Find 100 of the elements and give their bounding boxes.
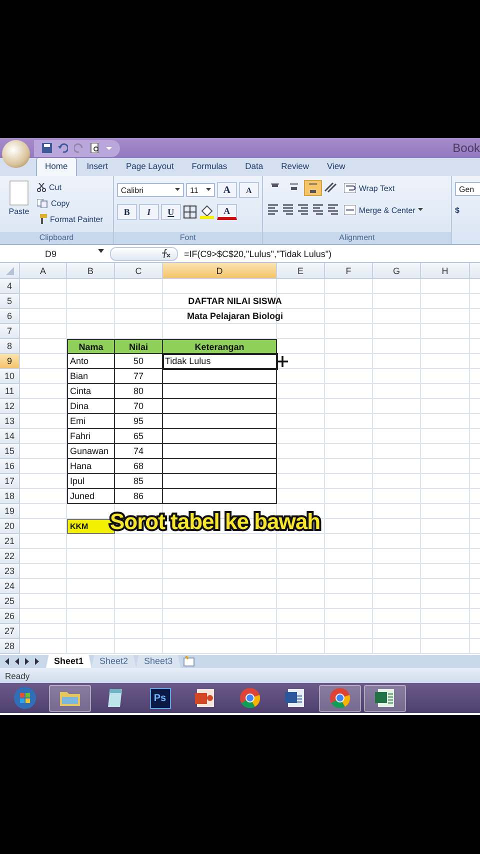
paste-button[interactable]: Paste — [3, 179, 35, 232]
align-icon[interactable] — [310, 202, 325, 216]
undo-icon[interactable] — [58, 143, 68, 153]
orientation-icon[interactable] — [322, 180, 339, 194]
folder-icon — [59, 689, 81, 707]
column-header[interactable]: H — [421, 263, 470, 279]
column-header[interactable]: G — [373, 263, 421, 279]
ribbon-tab[interactable]: Review — [273, 158, 317, 176]
group-label: Font — [114, 232, 262, 244]
row-header[interactable]: 15 — [0, 444, 20, 459]
grow-font-button[interactable]: A — [216, 182, 237, 198]
window-title: Book — [452, 141, 480, 155]
taskbar-button[interactable] — [364, 684, 406, 712]
taskbar-button[interactable]: Ps — [139, 684, 181, 712]
column-header[interactable]: F — [325, 263, 373, 279]
cut-button[interactable]: Cut — [37, 179, 103, 195]
row-header[interactable]: 25 — [0, 594, 20, 609]
row-header[interactable]: 23 — [0, 564, 20, 579]
copy-button[interactable]: Copy — [37, 195, 103, 211]
row-header[interactable]: 7 — [0, 324, 20, 339]
save-icon[interactable] — [42, 143, 52, 153]
column-header[interactable]: A — [20, 263, 67, 279]
row-header[interactable]: 26 — [0, 609, 20, 624]
ribbon-tab[interactable]: Formulas — [184, 158, 236, 176]
row-header[interactable]: 28 — [0, 639, 20, 654]
document-icon — [284, 688, 306, 708]
row-header[interactable]: 27 — [0, 624, 20, 639]
ribbon-tab[interactable]: Data — [237, 158, 272, 176]
caret-icon — [175, 188, 180, 192]
fill-color-icon[interactable] — [198, 205, 215, 219]
row-header[interactable]: 14 — [0, 429, 20, 444]
column-header[interactable]: E — [277, 263, 325, 279]
ribbon-tab[interactable]: Insert — [78, 158, 116, 176]
shrink-font-button[interactable]: A — [238, 182, 259, 198]
insert-sheet-icon[interactable] — [180, 656, 197, 667]
font-size-field[interactable]: 11 — [186, 183, 215, 197]
table-header: Nama — [67, 339, 115, 354]
font-name-field[interactable]: Calibri — [116, 183, 184, 197]
row-header[interactable]: 8 — [0, 339, 20, 354]
formula-field[interactable]: =IF(C9>$C$20,"Lulus","Tidak Lulus") — [178, 248, 332, 258]
font-color-button[interactable]: A — [216, 204, 237, 220]
row-header[interactable]: 12 — [0, 399, 20, 414]
align-icon — [308, 183, 318, 193]
align-icon[interactable] — [326, 202, 340, 216]
corner-triangle-icon — [6, 266, 14, 274]
font-style-button[interactable]: B — [116, 204, 137, 220]
sheet-tab[interactable]: Sheet1 — [46, 655, 92, 668]
row-header[interactable]: 11 — [0, 384, 20, 399]
font-style-button[interactable]: U — [160, 204, 181, 220]
caret-icon — [98, 248, 104, 252]
ribbon-tab[interactable]: Home — [36, 157, 77, 176]
currency-button[interactable]: $ — [455, 202, 477, 218]
row-header[interactable]: 16 — [0, 459, 20, 474]
row-header[interactable]: 19 — [0, 504, 20, 519]
group-label: Clipboard — [0, 232, 113, 244]
merge-icon — [344, 205, 356, 215]
column-header[interactable]: B — [67, 263, 115, 279]
column-header[interactable]: D — [163, 263, 277, 279]
sheet-tab[interactable]: Sheet3 — [136, 655, 181, 668]
format-painter-button[interactable]: Format Painter — [37, 211, 103, 227]
sheet-tab[interactable]: Sheet2 — [92, 655, 136, 668]
row-header[interactable]: 6 — [0, 309, 20, 324]
ribbon-tab[interactable]: Page Layout — [118, 158, 182, 176]
insert-function-button[interactable] — [110, 246, 178, 260]
clipboard-icon — [8, 179, 30, 207]
align-icon[interactable] — [280, 202, 295, 216]
merge-center-button[interactable]: Merge & Center — [344, 202, 424, 218]
borders-icon[interactable] — [182, 205, 197, 219]
table-cell[interactable]: Tidak Lulus — [163, 354, 277, 369]
row-header[interactable]: 20 — [0, 519, 20, 534]
notepad-icon — [106, 688, 124, 708]
column-header[interactable]: C — [115, 263, 163, 279]
wrap-text-button[interactable]: Wrap Text — [344, 180, 424, 196]
row-header[interactable]: 4 — [0, 279, 20, 294]
caret-icon — [418, 208, 424, 212]
font-style-button[interactable]: I — [138, 204, 159, 220]
caret-icon — [206, 188, 211, 192]
table-header: Nilai — [115, 339, 163, 354]
align-icon — [288, 183, 299, 193]
align-icon[interactable] — [266, 202, 280, 216]
wrap-icon — [344, 183, 356, 193]
office-button[interactable] — [2, 140, 30, 168]
row-header[interactable]: 22 — [0, 549, 20, 564]
row-header[interactable]: 24 — [0, 579, 20, 594]
number-format-field[interactable]: Gen — [455, 182, 480, 196]
ribbon-tab[interactable]: View — [318, 158, 354, 176]
print-preview-icon[interactable] — [90, 143, 100, 153]
row-header[interactable]: 17 — [0, 474, 20, 489]
align-icon[interactable] — [296, 202, 310, 216]
name-box[interactable]: D9 — [0, 248, 110, 258]
row-header[interactable]: 21 — [0, 534, 20, 549]
vertical-align-button[interactable] — [304, 180, 322, 196]
row-header[interactable]: 9 — [0, 354, 20, 369]
function-icon — [161, 249, 171, 258]
row-header[interactable]: 13 — [0, 414, 20, 429]
status-text: Ready — [5, 670, 30, 680]
row-header[interactable]: 10 — [0, 369, 20, 384]
browser-profile-icon — [329, 687, 351, 709]
row-header[interactable]: 5 — [0, 294, 20, 309]
row-header[interactable]: 18 — [0, 489, 20, 504]
